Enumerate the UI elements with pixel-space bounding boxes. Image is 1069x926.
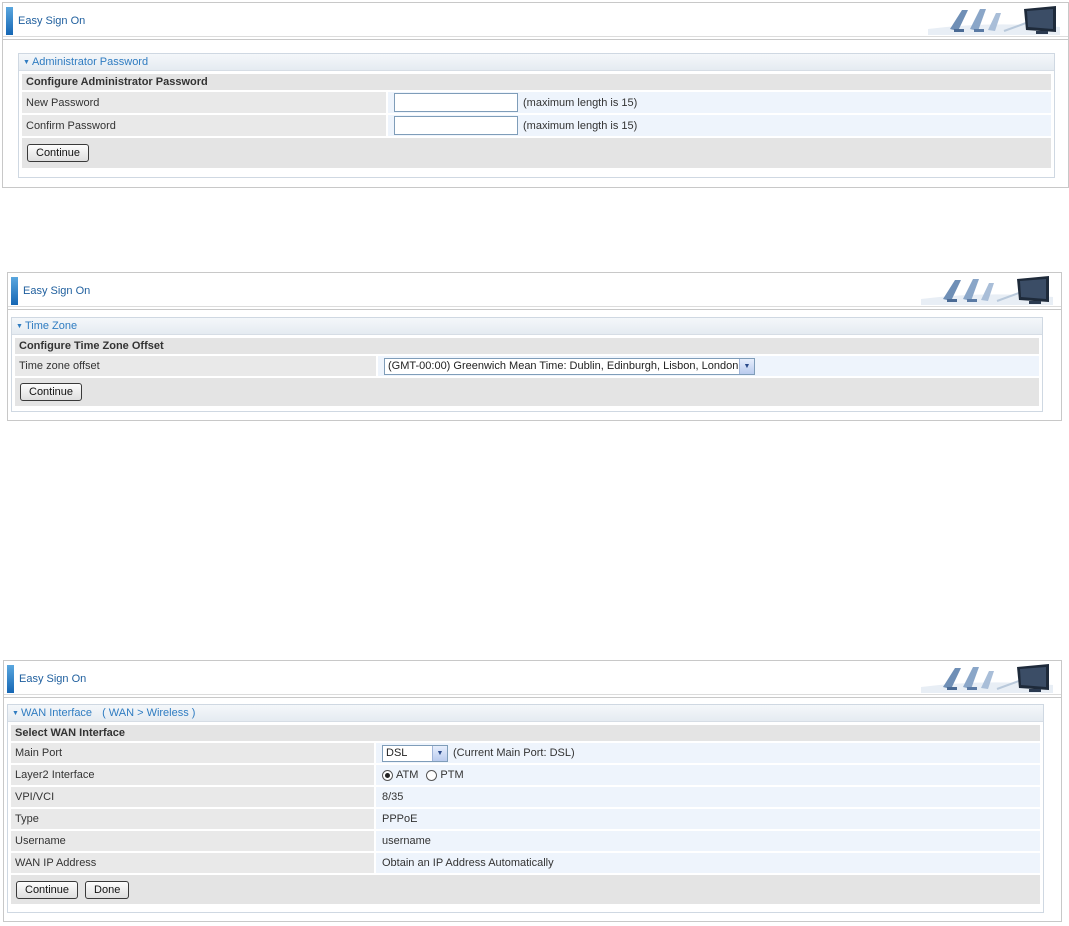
header-accent-bar [6, 7, 13, 35]
office-chairs-monitor-icon [921, 663, 1053, 693]
config-title: Configure Time Zone Offset [15, 338, 1039, 354]
confirm-password-cell: (maximum length is 15) [388, 115, 1051, 136]
vpi-vci-label: VPI/VCI [11, 787, 374, 807]
form-row-username: Username username [11, 831, 1040, 851]
breadcrumb[interactable]: ( WAN > Wireless ) [102, 707, 195, 719]
form-row-layer2: Layer2 Interface ATM PTM [11, 765, 1040, 785]
form-row-wan-ip: WAN IP Address Obtain an IP Address Auto… [11, 853, 1040, 873]
triangle-down-icon: ▼ [23, 59, 30, 66]
section-title[interactable]: ▼ Time Zone [12, 318, 1042, 335]
header-accent-bar [7, 665, 14, 693]
button-bar: Continue [15, 378, 1039, 406]
type-value: PPPoE [376, 809, 1040, 829]
button-bar: Continue [22, 138, 1051, 168]
time-zone-cell: (GMT-00:00) Greenwich Mean Time: Dublin,… [378, 356, 1039, 376]
time-zone-label: Time zone offset [15, 356, 376, 376]
triangle-down-icon: ▼ [16, 323, 23, 330]
panel-wan-interface: Easy Sign On ▼ WAN Interface( WAN > Wirel… [3, 660, 1062, 922]
panel-time-zone: Easy Sign On ▼ Time Zone Configure Time Z… [7, 272, 1062, 421]
layer2-label: Layer2 Interface [11, 765, 374, 785]
main-port-note: (Current Main Port: DSL) [453, 747, 575, 759]
section-wan-interface: ▼ WAN Interface( WAN > Wireless ) Select … [7, 704, 1044, 913]
section-administrator-password: ▼ Administrator Password Configure Admini… [18, 53, 1055, 178]
office-chairs-monitor-icon [928, 5, 1060, 35]
continue-button[interactable]: Continue [27, 144, 90, 162]
layer2-option-ptm[interactable]: PTM [426, 769, 464, 781]
username-label: Username [11, 831, 374, 851]
new-password-input[interactable] [394, 93, 518, 112]
type-label: Type [11, 809, 374, 829]
button-bar: Continue Done [11, 875, 1040, 904]
form-row-type: Type PPPoE [11, 809, 1040, 829]
section-title[interactable]: ▼ Administrator Password [19, 54, 1054, 71]
config-title: Select WAN Interface [11, 725, 1040, 741]
section-time-zone: ▼ Time Zone Configure Time Zone Offset Ti… [11, 317, 1043, 412]
radio-atm[interactable] [382, 769, 393, 781]
layer2-option-atm[interactable]: ATM [382, 769, 418, 781]
new-password-note: (maximum length is 15) [523, 96, 638, 109]
main-port-select[interactable]: DSL ▼ [382, 744, 448, 762]
done-button[interactable]: Done [85, 880, 130, 899]
confirm-password-note: (maximum length is 15) [523, 119, 638, 132]
section-title[interactable]: ▼ WAN Interface ( WAN > Wireless ) [8, 705, 1043, 722]
wan-ip-label: WAN IP Address [11, 853, 374, 873]
main-port-label: Main Port [11, 743, 374, 763]
form-row-new-password: New Password (maximum length is 15) [22, 92, 1051, 113]
continue-button[interactable]: Continue [20, 383, 83, 401]
confirm-password-input[interactable] [394, 116, 518, 135]
header-title: Easy Sign On [18, 15, 86, 27]
radio-ptm-label: PTM [440, 769, 464, 781]
confirm-password-label: Confirm Password [22, 115, 386, 136]
panel-header: Easy Sign On [8, 273, 1061, 310]
section-title-text: Administrator Password [31, 56, 149, 68]
new-password-label: New Password [22, 92, 386, 113]
chevron-down-icon[interactable]: ▼ [739, 358, 754, 374]
form-row-vpi-vci: VPI/VCI 8/35 [11, 787, 1040, 807]
config-title: Configure Administrator Password [22, 74, 1051, 90]
section-title-text: Time Zone [24, 320, 78, 332]
main-port-cell: DSL ▼ (Current Main Port: DSL) [376, 743, 1040, 763]
new-password-cell: (maximum length is 15) [388, 92, 1051, 113]
section-title-text: WAN Interface [20, 707, 93, 719]
form-row-confirm-password: Confirm Password (maximum length is 15) [22, 115, 1051, 136]
header-accent-bar [11, 277, 18, 305]
header-title: Easy Sign On [19, 673, 87, 685]
form-row-main-port: Main Port DSL ▼ (Current Main Port: DSL) [11, 743, 1040, 763]
triangle-down-icon: ▼ [12, 710, 19, 717]
vpi-vci-value: 8/35 [376, 787, 1040, 807]
continue-button[interactable]: Continue [16, 880, 79, 899]
time-zone-selected: (GMT-00:00) Greenwich Mean Time: Dublin,… [388, 360, 739, 372]
layer2-cell: ATM PTM [376, 765, 1040, 785]
header-title: Easy Sign On [23, 285, 91, 297]
time-zone-select[interactable]: (GMT-00:00) Greenwich Mean Time: Dublin,… [384, 357, 755, 375]
form-row-time-zone: Time zone offset (GMT-00:00) Greenwich M… [15, 356, 1039, 376]
main-port-selected: DSL [386, 747, 408, 759]
radio-atm-label: ATM [396, 769, 419, 781]
chevron-down-icon[interactable]: ▼ [432, 745, 447, 761]
panel-admin-password: Easy Sign On ▼ Administrator Password Con… [2, 2, 1069, 188]
username-value: username [376, 831, 1040, 851]
panel-header: Easy Sign On [4, 661, 1061, 698]
panel-header: Easy Sign On [3, 3, 1068, 40]
radio-ptm[interactable] [426, 769, 438, 781]
wan-ip-value: Obtain an IP Address Automatically [376, 853, 1040, 873]
office-chairs-monitor-icon [921, 275, 1053, 305]
